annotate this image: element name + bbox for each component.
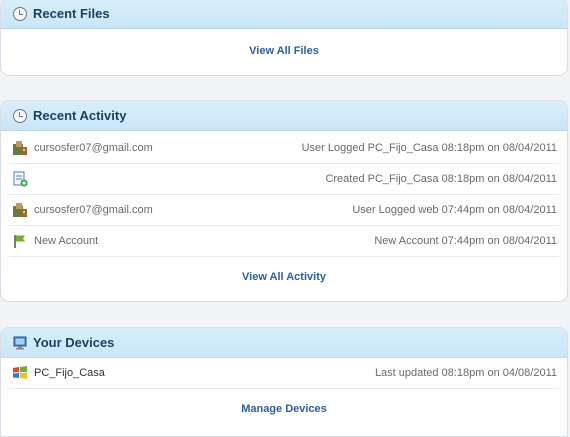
activity-row: Created PC_Fijo_Casa 08:18pm on 08/04/20… (9, 164, 559, 195)
activity-user: New Account (34, 235, 99, 247)
activity-user: cursosfer07@gmail.com (34, 204, 153, 216)
activity-event: User Logged PC_Fijo_Casa 08:18pm on 08/0… (301, 142, 557, 154)
user-login-icon (12, 202, 28, 218)
device-row: PC_Fijo_Casa Last updated 08:18pm on 04/… (9, 358, 559, 389)
activity-row: cursosfer07@gmail.com User Logged PC_Fij… (9, 133, 559, 164)
file-created-icon (12, 171, 28, 187)
view-all-files-link[interactable]: View All Files (1, 45, 567, 57)
recent-files-title: Recent Files (33, 6, 110, 21)
windows-logo-icon (12, 365, 28, 381)
user-login-icon (12, 140, 28, 156)
your-devices-panel: Your Devices PC_Fijo_Casa Last updated 0… (0, 327, 568, 437)
activity-event: Created PC_Fijo_Casa 08:18pm on 08/04/20… (325, 173, 557, 185)
recent-activity-header: Recent Activity (1, 101, 567, 131)
device-name: PC_Fijo_Casa (34, 367, 105, 379)
clock-icon (13, 6, 27, 21)
manage-devices-link[interactable]: Manage Devices (1, 403, 567, 415)
recent-files-panel: Recent Files View All Files (0, 0, 568, 76)
recent-activity-title: Recent Activity (33, 108, 127, 123)
activity-row: cursosfer07@gmail.com User Logged web 07… (9, 195, 559, 226)
your-devices-header: Your Devices (1, 328, 567, 358)
activity-event: New Account 07:44pm on 08/04/2011 (374, 235, 557, 247)
recent-activity-panel: Recent Activity cursosfer07@gmail.com Us… (0, 100, 568, 302)
view-all-activity-link[interactable]: View All Activity (1, 271, 567, 283)
activity-event: User Logged web 07:44pm on 08/04/2011 (352, 204, 557, 216)
recent-files-header: Recent Files (1, 0, 567, 29)
your-devices-title: Your Devices (33, 335, 115, 350)
device-last-updated: Last updated 08:18pm on 04/08/2011 (374, 367, 557, 379)
flag-icon (12, 233, 28, 249)
monitor-icon (13, 336, 27, 350)
activity-row: New Account New Account 07:44pm on 08/04… (9, 226, 559, 257)
activity-user: cursosfer07@gmail.com (34, 142, 153, 154)
clock-icon (13, 108, 27, 123)
